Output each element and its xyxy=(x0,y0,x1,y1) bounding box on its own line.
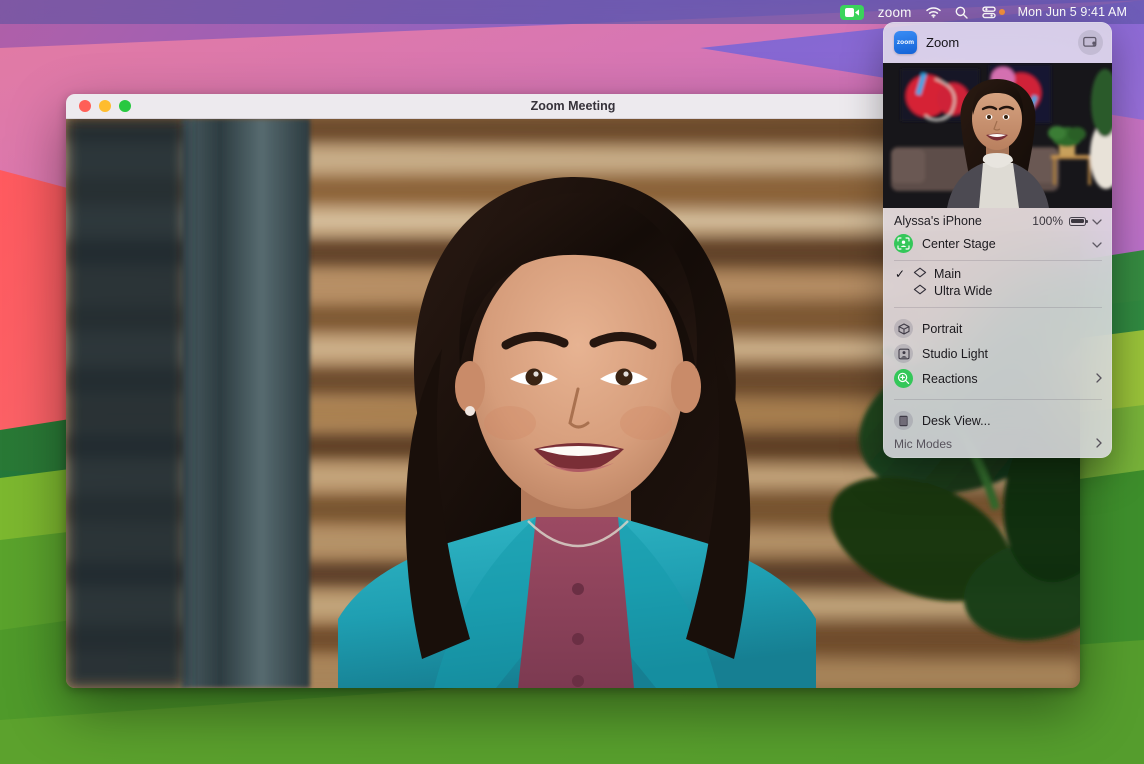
lens-icon xyxy=(913,267,927,281)
orange-status-dot xyxy=(999,9,1005,15)
mic-modes-row[interactable]: Mic Modes xyxy=(883,433,1112,458)
minimize-button[interactable] xyxy=(99,100,111,112)
chevron-right-icon[interactable] xyxy=(1096,437,1102,450)
lens-label-main: Main xyxy=(934,267,961,281)
panel-header: zoom Zoom xyxy=(883,22,1112,63)
effect-label-portrait: Portrait xyxy=(922,322,1102,336)
menubar-app-name[interactable]: zoom xyxy=(871,0,919,24)
search-icon[interactable] xyxy=(948,0,975,24)
zoom-app-icon-label: zoom xyxy=(897,39,914,46)
divider xyxy=(894,260,1102,261)
effect-label-studio-light: Studio Light xyxy=(922,347,1102,361)
menubar-video-indicator[interactable] xyxy=(833,0,871,24)
center-stage-icon xyxy=(894,234,913,253)
lens-option-main[interactable]: ✓ Main xyxy=(883,265,1112,282)
effect-label-reactions: Reactions xyxy=(922,372,1087,386)
checkmark-icon: ✓ xyxy=(894,267,906,281)
macos-menu-bar: zoom Mon Jun 5 9:41 AM xyxy=(0,0,1144,24)
traffic-lights[interactable] xyxy=(66,100,131,112)
center-stage-label: Center Stage xyxy=(922,237,1083,251)
close-button[interactable] xyxy=(79,100,91,112)
video-effects-icon[interactable] xyxy=(1078,30,1103,55)
mic-modes-label: Mic Modes xyxy=(894,437,1087,451)
effect-row-reactions[interactable]: Reactions xyxy=(883,366,1112,391)
desk-view-icon xyxy=(894,411,913,430)
menubar-clock[interactable]: Mon Jun 5 9:41 AM xyxy=(1012,0,1134,24)
device-row[interactable]: Alyssa's iPhone 100% xyxy=(883,208,1112,231)
reactions-icon xyxy=(894,369,913,388)
portrait-cube-icon xyxy=(894,319,913,338)
divider xyxy=(894,399,1102,400)
center-stage-chevron-down-icon[interactable] xyxy=(1092,238,1102,250)
wifi-icon[interactable] xyxy=(919,0,948,24)
lens-icon xyxy=(913,284,927,298)
video-control-center-panel[interactable]: zoom Zoom xyxy=(883,22,1112,458)
effect-row-portrait[interactable]: Portrait xyxy=(883,316,1112,341)
camera-preview[interactable] xyxy=(883,63,1112,208)
studio-light-icon xyxy=(894,344,913,363)
lens-option-ultra-wide[interactable]: Ultra Wide xyxy=(883,282,1112,299)
lens-label-ultra-wide: Ultra Wide xyxy=(934,284,992,298)
battery-percent: 100% xyxy=(1032,214,1063,228)
divider xyxy=(894,307,1102,308)
control-center-icon[interactable] xyxy=(975,0,1012,24)
zoom-app-icon: zoom xyxy=(894,31,917,54)
desk-view-label: Desk View... xyxy=(922,414,1102,428)
maximize-button[interactable] xyxy=(119,100,131,112)
chevron-down-icon[interactable] xyxy=(1092,215,1102,227)
center-stage-row[interactable]: Center Stage xyxy=(883,231,1112,256)
panel-app-title: Zoom xyxy=(926,35,1069,50)
video-camera-icon xyxy=(840,5,864,20)
desk-view-row[interactable]: Desk View... xyxy=(883,408,1112,433)
battery-full-icon xyxy=(1069,217,1086,226)
chevron-right-icon[interactable] xyxy=(1096,372,1102,385)
menubar-app-label: zoom xyxy=(878,5,912,20)
effect-row-studio-light[interactable]: Studio Light xyxy=(883,341,1112,366)
device-name: Alyssa's iPhone xyxy=(894,214,1026,228)
